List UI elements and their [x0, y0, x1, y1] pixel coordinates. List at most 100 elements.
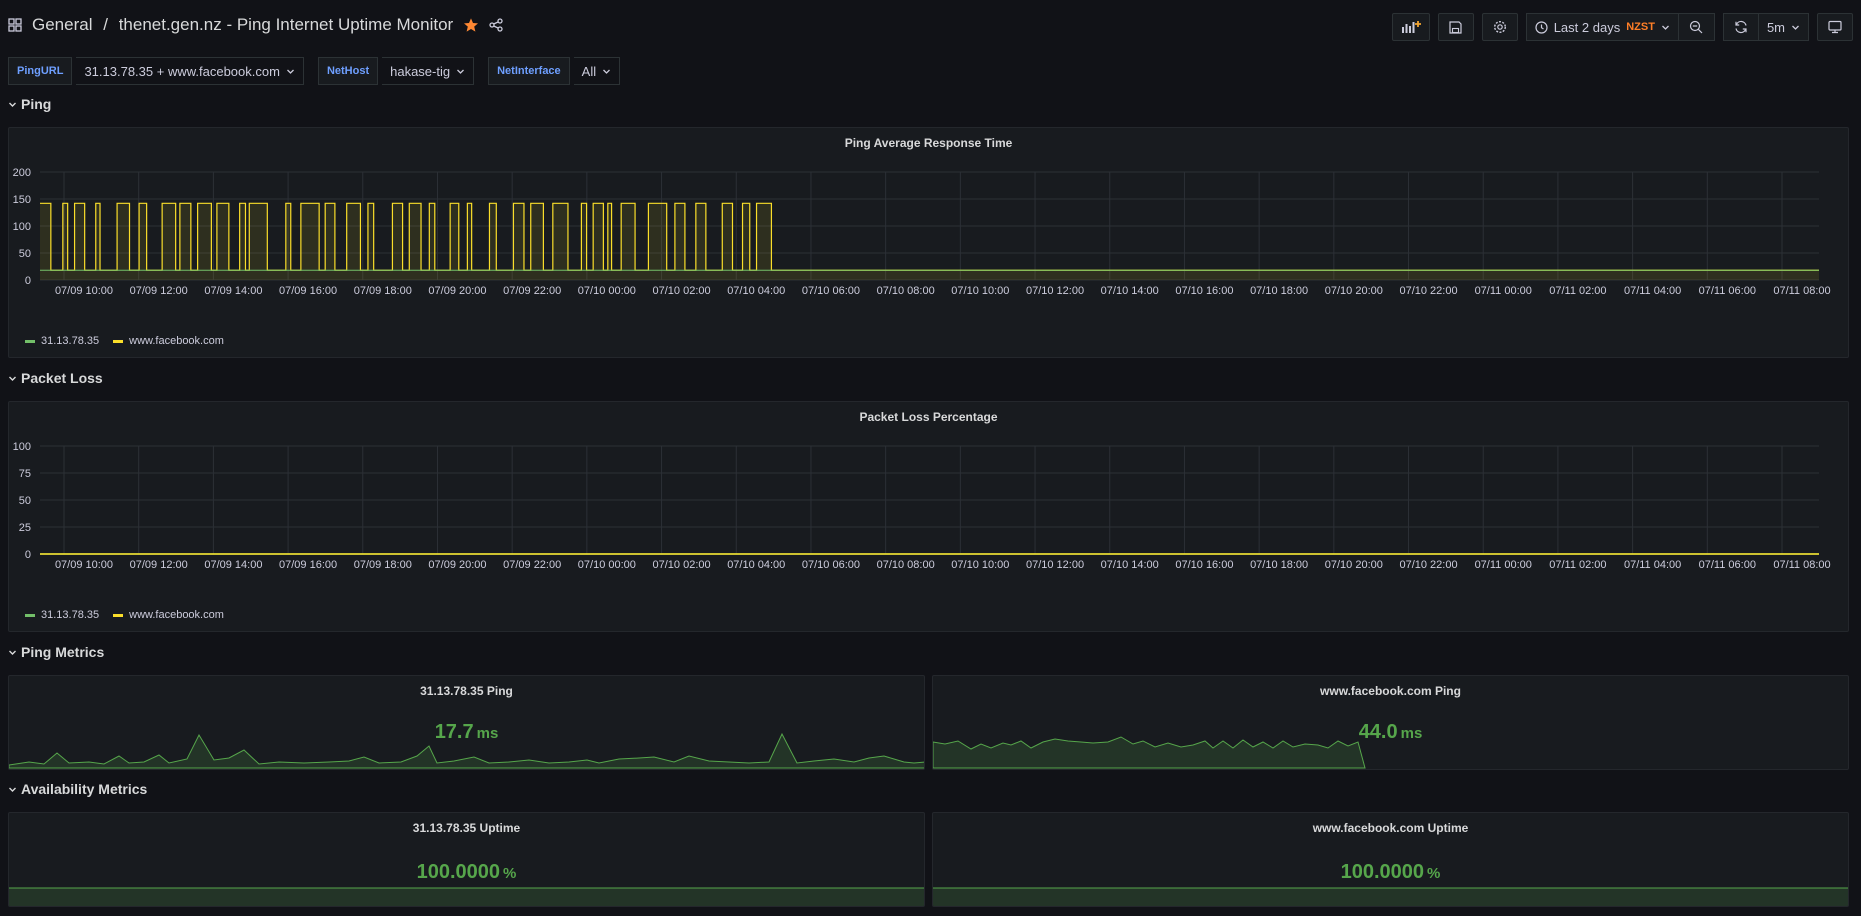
- x-tick-label: 07/10 00:00: [578, 559, 636, 571]
- sparkline-area: [9, 888, 924, 906]
- chevron-down-icon: [1661, 23, 1670, 32]
- clock-icon: [1535, 20, 1548, 34]
- x-tick-label: 07/10 16:00: [1175, 559, 1233, 571]
- time-range-label: Last 2 days: [1553, 19, 1621, 35]
- chevron-down-icon: [8, 374, 17, 383]
- x-tick-label: 07/09 10:00: [55, 559, 113, 571]
- dashboards-grid-icon[interactable]: [8, 18, 22, 32]
- stat-number: 17.7: [434, 721, 474, 743]
- sparkline-area: [933, 888, 1848, 906]
- x-tick-label: 07/10 04:00: [727, 285, 785, 297]
- dashboard-settings-button[interactable]: [1481, 13, 1518, 41]
- variable-select-netinterface[interactable]: All: [573, 57, 621, 85]
- row-title: Ping: [21, 96, 52, 112]
- legend-item-b[interactable]: www.facebook.com: [113, 609, 224, 621]
- x-tick-label: 07/11 00:00: [1475, 285, 1532, 297]
- x-tick-label: 07/09 14:00: [204, 559, 262, 571]
- x-tick-label: 07/11 04:00: [1624, 285, 1681, 297]
- x-tick-label: 07/10 22:00: [1399, 559, 1457, 571]
- chevron-down-icon: [1791, 23, 1800, 32]
- timezone-badge: NZST: [1626, 21, 1655, 33]
- x-tick-label: 07/10 20:00: [1325, 559, 1383, 571]
- x-tick-label: 07/11 02:00: [1549, 559, 1606, 571]
- row-header-ping[interactable]: Ping: [8, 96, 51, 112]
- x-tick-label: 07/11 04:00: [1624, 559, 1681, 571]
- refresh-button[interactable]: [1722, 13, 1759, 41]
- x-tick-label: 07/10 10:00: [951, 285, 1009, 297]
- loss-chart-svg: 0 25 50 75 100 07/09 10:00 07/09 12:00 07/09 14…: [13, 441, 1831, 571]
- x-tick-label: 07/09 22:00: [503, 559, 561, 571]
- legend-item-a[interactable]: 31.13.78.35: [25, 609, 99, 621]
- refresh-icon: [1734, 20, 1748, 34]
- row-header-ping-metrics[interactable]: Ping Metrics: [8, 644, 104, 660]
- legend-item-b[interactable]: www.facebook.com: [113, 335, 224, 347]
- chevron-down-icon: [8, 785, 17, 794]
- stat-unit: ms: [476, 725, 499, 742]
- stat-unit: ms: [1400, 725, 1423, 742]
- x-tick-label: 07/11 02:00: [1549, 285, 1606, 297]
- x-tick-label: 07/10 00:00: [578, 285, 636, 297]
- x-tick-label: 07/10 14:00: [1101, 559, 1159, 571]
- variable-label-pingurl: PingURL: [8, 57, 73, 85]
- monitor-icon: [1828, 20, 1842, 34]
- y-tick-label: 50: [19, 248, 31, 260]
- row-title: Packet Loss: [21, 370, 103, 386]
- legend-swatch: [25, 613, 35, 617]
- zoom-out-icon: [1689, 20, 1703, 34]
- time-range-picker[interactable]: Last 2 days NZST: [1525, 13, 1679, 41]
- variable-select-pingurl[interactable]: 31.13.78.35 + www.facebook.com: [76, 57, 304, 85]
- save-icon: [1449, 20, 1462, 34]
- x-tick-label: 07/10 08:00: [877, 559, 935, 571]
- legend-swatch: [113, 613, 124, 617]
- x-tick-label: 07/10 02:00: [653, 285, 711, 297]
- breadcrumb-folder[interactable]: General: [32, 15, 92, 35]
- zoom-out-button[interactable]: [1678, 13, 1715, 41]
- legend-swatch: [25, 339, 35, 343]
- legend-label: www.facebook.com: [129, 609, 224, 621]
- dashboard-navbar: General / thenet.gen.nz - Ping Internet …: [0, 0, 1861, 56]
- x-tick-label: 07/09 18:00: [354, 285, 412, 297]
- y-tick-label: 100: [13, 221, 31, 233]
- stat-panel-uptime-b: www.facebook.com Uptime 100.0000%: [932, 812, 1849, 907]
- x-tick-label: 07/10 04:00: [727, 559, 785, 571]
- dashboard-title[interactable]: thenet.gen.nz - Ping Internet Uptime Mon…: [119, 15, 454, 35]
- stat-panel-uptime-a: 31.13.78.35 Uptime 100.0000%: [8, 812, 925, 907]
- row-header-availability[interactable]: Availability Metrics: [8, 781, 147, 797]
- stat-unit: %: [503, 865, 517, 882]
- save-dashboard-button[interactable]: [1437, 13, 1474, 41]
- share-icon[interactable]: [489, 18, 503, 32]
- refresh-interval-label: 5m: [1766, 19, 1785, 35]
- add-panel-button[interactable]: [1391, 13, 1430, 41]
- packet-loss-graph-panel: Packet Loss Percentage 0 25 50 75 100 07/09 1…: [8, 401, 1849, 632]
- ping-chart-svg: 0 50 100 150 200 07/09 10:00 07/09 12:00 07/09 …: [13, 167, 1831, 297]
- x-tick-label: 07/10 18:00: [1250, 559, 1308, 571]
- gear-icon: [1493, 20, 1507, 34]
- legend-item-a[interactable]: 31.13.78.35: [25, 335, 99, 347]
- x-tick-label: 07/10 14:00: [1101, 285, 1159, 297]
- ping-graph-panel: Ping Average Response Time 0 50 100 150 200 0…: [8, 127, 1849, 358]
- tv-mode-button[interactable]: [1817, 13, 1853, 41]
- variable-label-netinterface: NetInterface: [488, 57, 570, 85]
- row-header-packet-loss[interactable]: Packet Loss: [8, 370, 103, 386]
- x-tick-label: 07/09 16:00: [279, 559, 337, 571]
- variable-select-nethost[interactable]: hakase-tig: [382, 57, 475, 85]
- legend-label: 31.13.78.35: [41, 609, 100, 621]
- sparkline: [933, 887, 1848, 906]
- legend-swatch: [113, 339, 124, 343]
- add-panel-icon: [1401, 20, 1421, 34]
- y-tick-label: 200: [13, 167, 31, 179]
- stat-number: 44.0: [1358, 721, 1398, 743]
- x-tick-label: 07/09 20:00: [428, 559, 486, 571]
- x-tick-label: 07/10 10:00: [951, 559, 1009, 571]
- y-tick-label: 0: [25, 549, 31, 561]
- stat-value: 100.0000%: [933, 861, 1848, 884]
- stat-number: 100.0000: [416, 861, 501, 883]
- x-tick-label: 07/09 10:00: [55, 285, 113, 297]
- x-tick-label: 07/10 02:00: [653, 559, 711, 571]
- x-tick-label: 07/09 12:00: [130, 285, 188, 297]
- ping-legend: 31.13.78.35 www.facebook.com: [25, 335, 224, 347]
- refresh-interval-picker[interactable]: 5m: [1758, 13, 1809, 41]
- breadcrumb: General / thenet.gen.nz - Ping Internet …: [32, 15, 453, 35]
- star-icon[interactable]: [463, 17, 479, 33]
- loss-legend: 31.13.78.35 www.facebook.com: [25, 609, 224, 621]
